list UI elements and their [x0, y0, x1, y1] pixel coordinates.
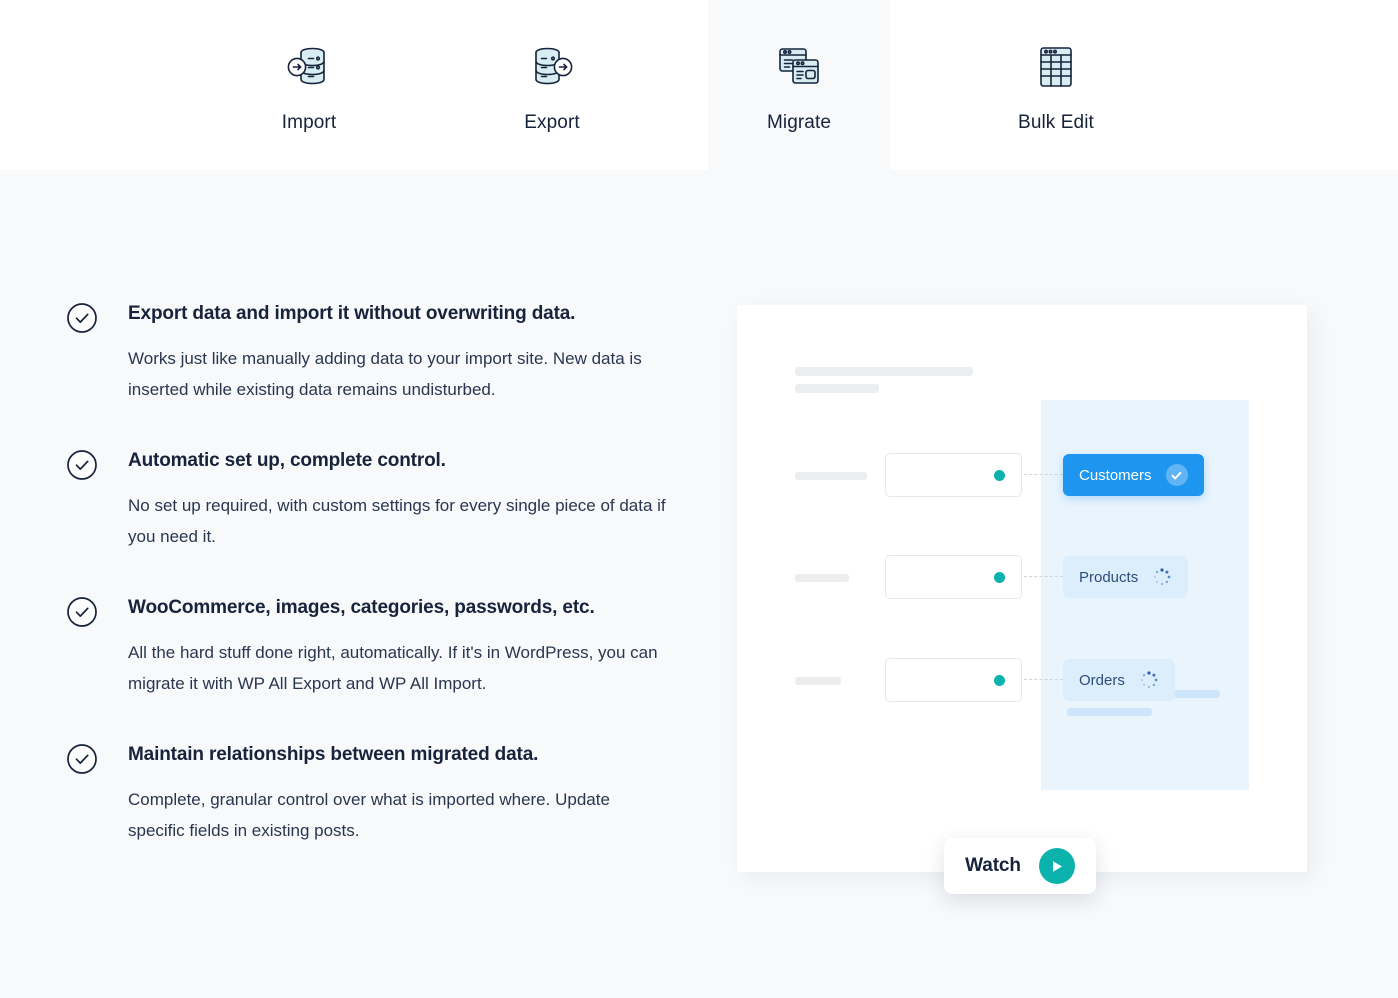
chip-label: Products — [1079, 568, 1139, 586]
feature-title: Automatic set up, complete control. — [128, 450, 446, 471]
tab-migrate[interactable]: Migrate — [708, 0, 890, 170]
spreadsheet-icon — [1025, 36, 1087, 98]
chip-customers[interactable]: Customers — [1063, 454, 1204, 496]
check-circle-icon — [1165, 464, 1188, 486]
mapping-row: Orders — [737, 658, 1307, 702]
connector-line — [1024, 679, 1068, 680]
check-circle-icon — [66, 596, 98, 628]
two-windows-icon — [768, 36, 830, 98]
watch-button-label: Watch — [965, 855, 1021, 876]
tab-label: Migrate — [766, 112, 832, 133]
spinner-icon — [1152, 567, 1172, 587]
feature-title: Maintain relationships between migrated … — [128, 744, 539, 765]
status-dot-icon — [994, 572, 1005, 583]
chip-label: Customers — [1079, 466, 1152, 484]
connector-line — [1024, 474, 1068, 475]
tab-bulk-edit[interactable]: Bulk Edit — [965, 0, 1147, 170]
feature-description: All the hard stuff done right, automatic… — [128, 643, 658, 693]
database-import-icon — [278, 36, 340, 98]
chip-orders[interactable]: Orders — [1063, 659, 1175, 701]
skeleton-bar — [795, 384, 879, 393]
mapping-input[interactable] — [885, 555, 1022, 599]
skeleton-bar — [795, 574, 849, 582]
check-circle-icon — [66, 743, 98, 775]
feature-description: No set up required, with custom settings… — [128, 496, 666, 546]
watch-video-button[interactable]: Watch — [944, 838, 1096, 894]
illustration-card: Customers Products Orders — [737, 305, 1307, 872]
feature-list: Export data and import it without overwr… — [66, 301, 666, 846]
skeleton-bar — [795, 677, 841, 685]
feature-item: Maintain relationships between migrated … — [66, 742, 666, 846]
migration-illustration: Customers Products Orders Watch — [737, 305, 1307, 910]
mapping-input[interactable] — [885, 453, 1022, 497]
database-export-icon — [521, 36, 583, 98]
feature-description: Works just like manually adding data to … — [128, 349, 642, 399]
status-dot-icon — [994, 470, 1005, 481]
mapping-row: Products — [737, 555, 1307, 599]
chip-products[interactable]: Products — [1063, 556, 1189, 598]
product-tab-bar: Import Export Migrate Bulk Edit — [0, 0, 1398, 170]
play-icon — [1038, 848, 1075, 884]
status-dot-icon — [994, 675, 1005, 686]
feature-item: WooCommerce, images, categories, passwor… — [66, 595, 666, 699]
connector-line — [1024, 576, 1068, 577]
check-circle-icon — [66, 449, 98, 481]
feature-description: Complete, granular control over what is … — [128, 790, 610, 840]
feature-title: Export data and import it without overwr… — [128, 303, 576, 324]
skeleton-bar — [795, 472, 867, 480]
check-circle-icon — [66, 302, 98, 334]
feature-item: Export data and import it without overwr… — [66, 301, 666, 405]
mapping-row: Customers — [737, 453, 1307, 497]
chip-label: Orders — [1079, 671, 1125, 689]
tab-label: Export — [524, 112, 580, 133]
feature-item: Automatic set up, complete control. No s… — [66, 448, 666, 552]
spinner-icon — [1139, 670, 1159, 690]
tab-import[interactable]: Import — [218, 0, 400, 170]
skeleton-bar — [1067, 708, 1152, 716]
skeleton-bar — [795, 367, 973, 376]
tab-label: Import — [281, 112, 337, 133]
mapping-input[interactable] — [885, 658, 1022, 702]
tab-label: Bulk Edit — [1018, 112, 1094, 133]
tab-panel-migrate: Export data and import it without overwr… — [0, 170, 1398, 998]
feature-title: WooCommerce, images, categories, passwor… — [128, 597, 595, 618]
tab-export[interactable]: Export — [461, 0, 643, 170]
